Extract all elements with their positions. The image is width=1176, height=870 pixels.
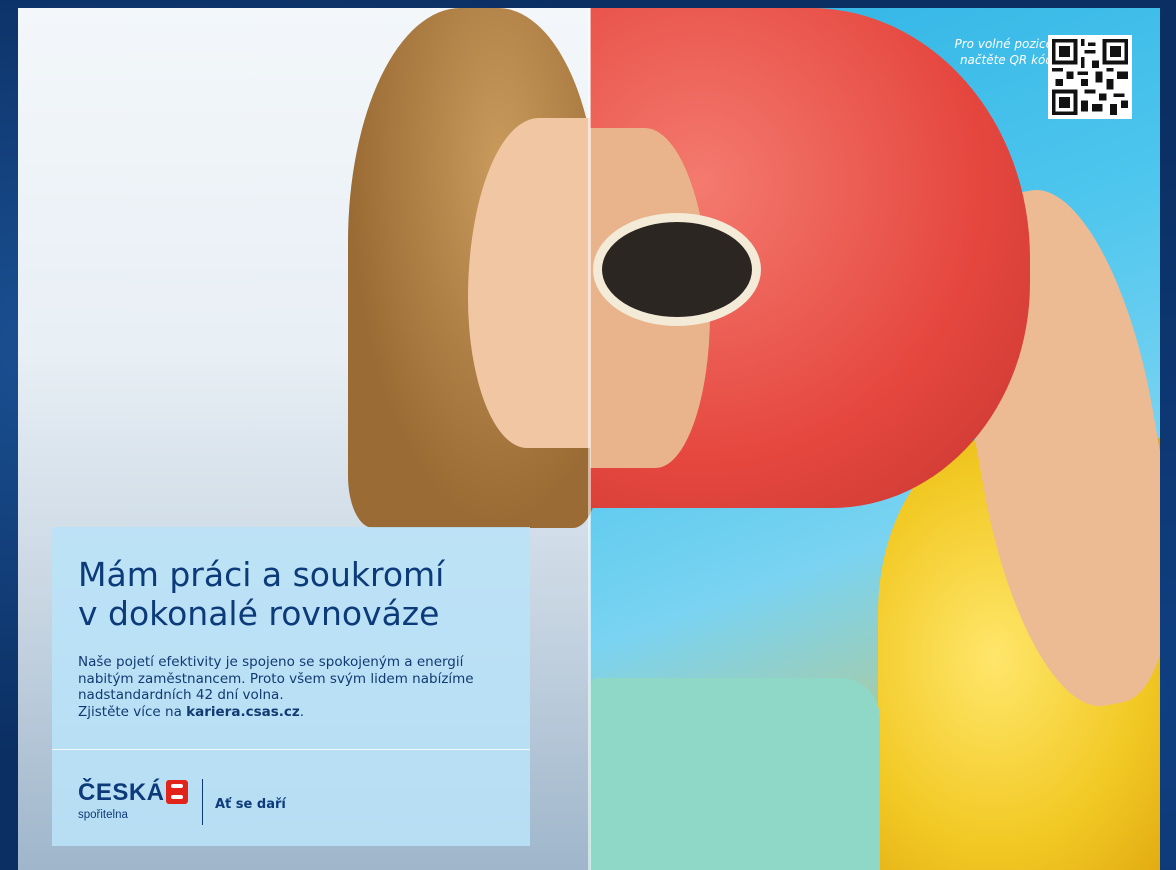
sunglasses-shape	[593, 213, 761, 326]
poster: Pro volné pozice načtěte QR kód Mám prác…	[18, 8, 1160, 870]
logo-separator	[202, 779, 203, 825]
swimsuit-shape	[590, 678, 880, 870]
brand-logo: ČESKÁ spořitelna	[78, 779, 198, 829]
qr-code-icon[interactable]	[1048, 35, 1132, 119]
info-card: Mám práci a soukromí v dokonalé rovnováz…	[52, 527, 530, 846]
brand-sub: spořitelna	[78, 809, 128, 821]
career-link[interactable]: kariera.csas.cz	[186, 704, 300, 720]
body-text: Naše pojetí efektivity je spojeno se spo…	[78, 654, 474, 720]
brand-name: ČESKÁ	[78, 779, 165, 806]
card-divider	[52, 749, 530, 750]
brand-slogan: Ať se daří	[215, 797, 286, 812]
photo-divider	[588, 8, 591, 870]
qr-caption: Pro volné pozice načtěte QR kód	[954, 37, 1053, 67]
brand-s-icon	[166, 780, 188, 804]
headline: Mám práci a soukromí v dokonalé rovnováz…	[78, 555, 445, 633]
